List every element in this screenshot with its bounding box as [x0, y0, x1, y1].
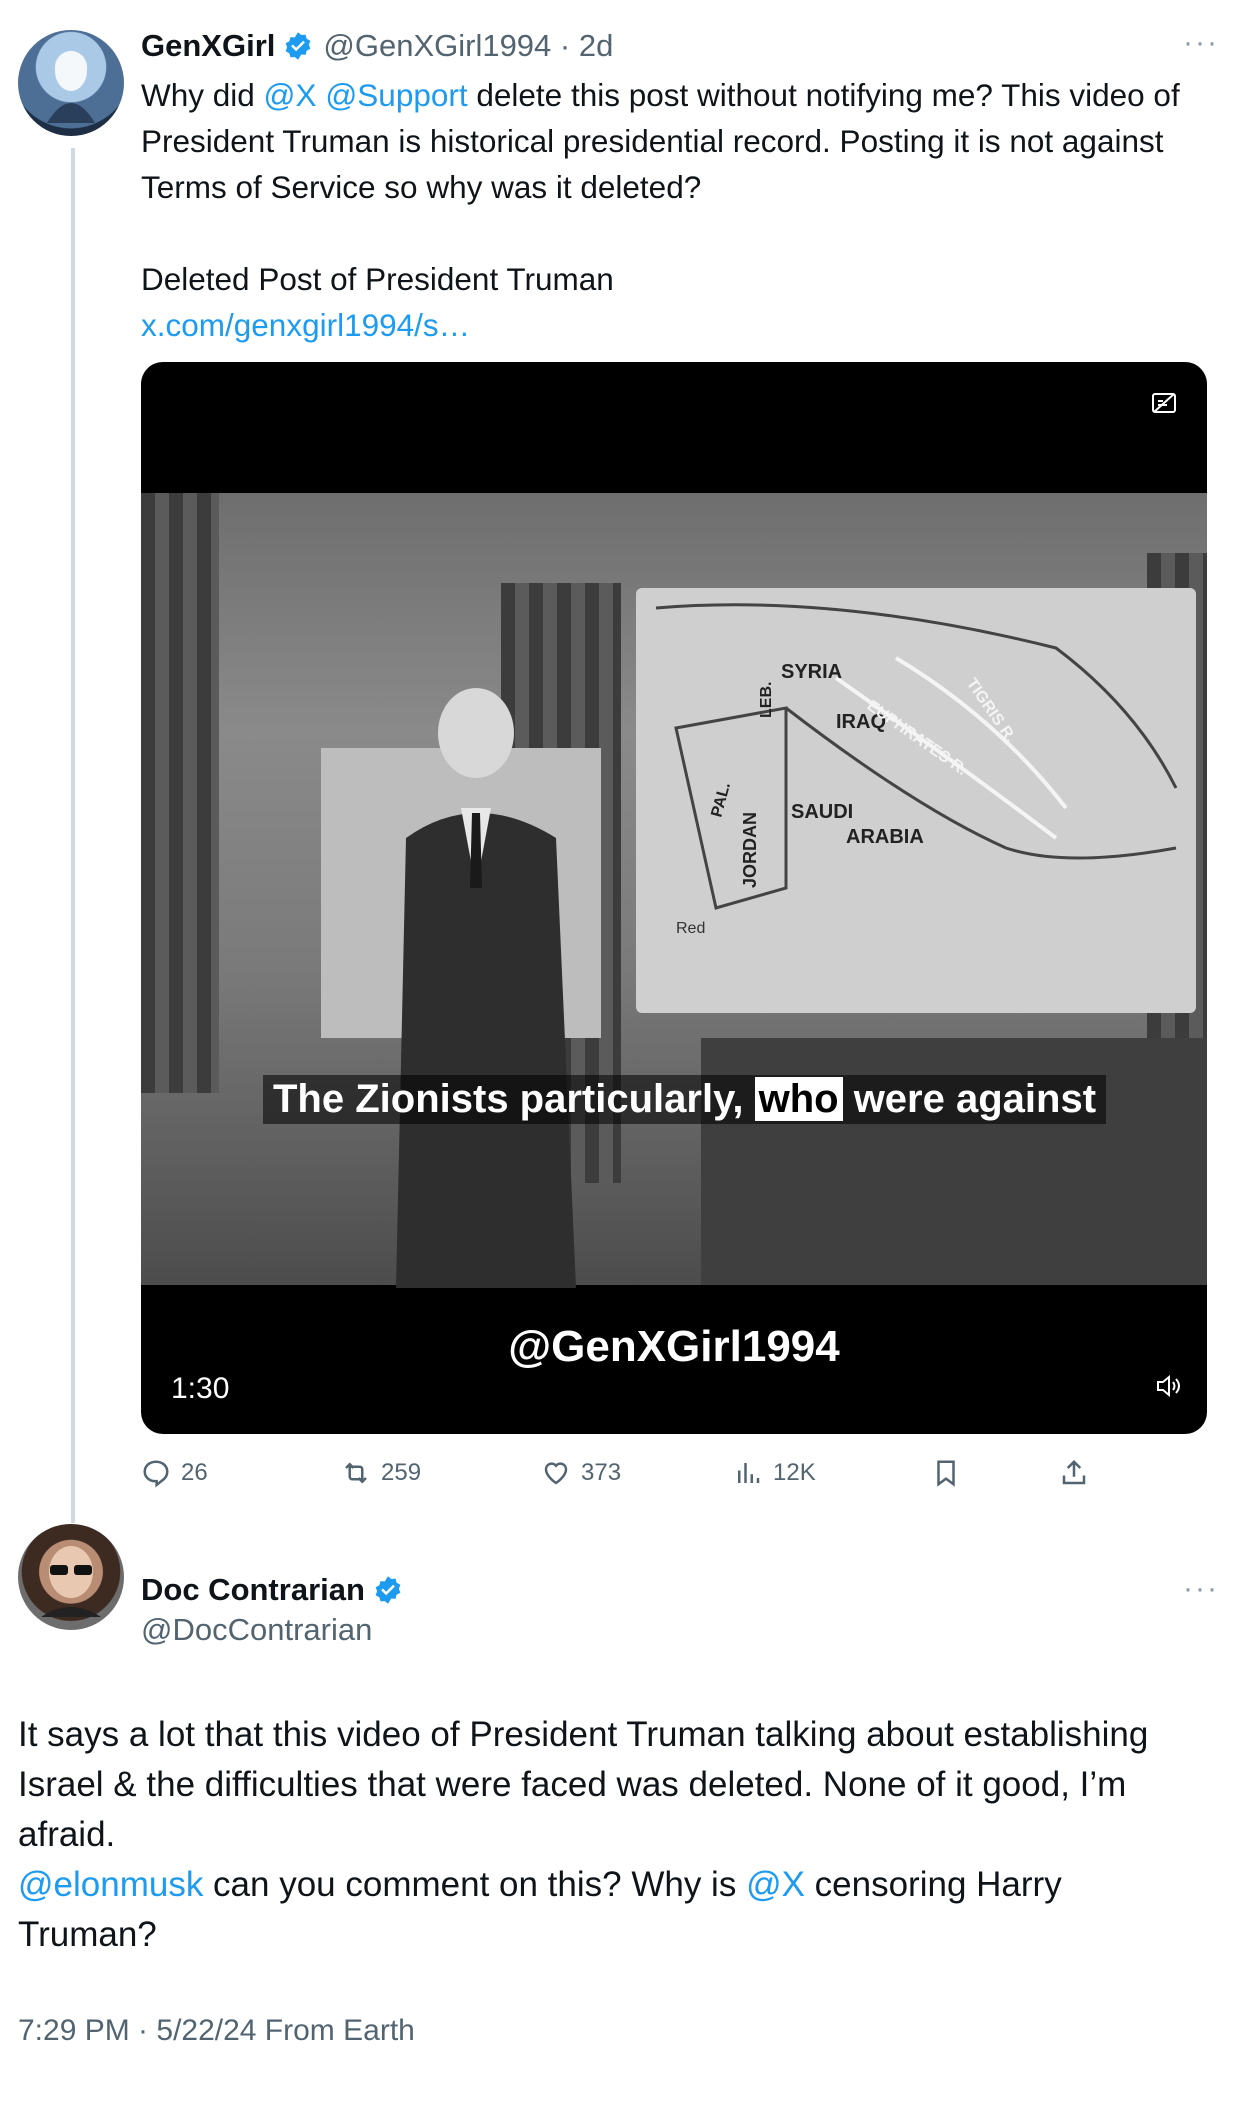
video-player[interactable]: SYRIA IRAQ SAUDI ARABIA JORDAN PAL. LEB.…: [141, 362, 1207, 1434]
display-name[interactable]: GenXGirl: [141, 28, 275, 64]
tweet1-body: Why did @X @Support delete this post wit…: [141, 72, 1221, 348]
tweet2-body: It says a lot that this video of Preside…: [18, 1710, 1198, 1960]
mention-x[interactable]: @X: [746, 1865, 805, 1904]
thread-connector-line: [71, 148, 75, 1523]
reply-button[interactable]: 26: [141, 1458, 208, 1488]
like-button[interactable]: 373: [541, 1458, 621, 1488]
tweet1-header: GenXGirl @GenXGirl1994 · 2d: [141, 28, 614, 64]
heart-icon: [544, 1462, 568, 1485]
volume-icon[interactable]: [1155, 1374, 1181, 1398]
repost-count: 259: [381, 1459, 422, 1486]
mention-support[interactable]: @Support: [325, 77, 467, 113]
avatar-figure-icon: [47, 51, 95, 123]
verified-badge-icon: [375, 1576, 401, 1604]
map-label-euphrates: EUPHRATES R.: [864, 697, 970, 779]
like-count: 373: [581, 1459, 622, 1486]
tweet1-action-bar: 26 259 373 12K: [141, 1458, 1141, 1498]
map-label-leb: LEB.: [758, 682, 775, 718]
share-icon: [1062, 1459, 1086, 1485]
map-label-arabia: ARABIA: [846, 826, 924, 848]
video-duration: 1:30: [171, 1372, 230, 1405]
bookmark-icon: [937, 1460, 955, 1487]
mention-elonmusk[interactable]: @elonmusk: [18, 1865, 203, 1904]
avatar-genxgirl[interactable]: [18, 30, 124, 136]
avatar-figure-icon: [41, 1546, 101, 1617]
verified-badge-icon: [286, 32, 311, 60]
reply-count: 26: [181, 1459, 208, 1486]
map-label-jordan: JORDAN: [740, 812, 760, 888]
handle[interactable]: @DocContrarian: [141, 1612, 372, 1648]
more-options-icon[interactable]: ···: [1183, 26, 1219, 60]
reply-icon: [143, 1460, 169, 1488]
share-button[interactable]: [1059, 1458, 1089, 1488]
timestamp[interactable]: 2d: [579, 28, 613, 64]
bookmark-button[interactable]: [931, 1458, 961, 1488]
handle[interactable]: @GenXGirl1994: [323, 28, 551, 64]
deleted-post-link[interactable]: x.com/genxgirl1994/s…: [141, 302, 1221, 348]
views-button[interactable]: 12K: [733, 1458, 816, 1488]
quote-title: Deleted Post of President Truman: [141, 261, 614, 297]
post-timestamp-footer[interactable]: 7:29 PM · 5/22/24 From Earth: [18, 2014, 415, 2048]
map-label-saudi: SAUDI: [791, 801, 853, 823]
more-options-icon[interactable]: ···: [1183, 1572, 1219, 1606]
display-name[interactable]: Doc Contrarian: [141, 1572, 365, 1608]
curtain-left: [141, 493, 219, 1093]
tweet2-header: Doc Contrarian: [141, 1572, 413, 1608]
body-paragraph: It says a lot that this video of Preside…: [18, 1715, 1149, 1854]
body-text: Why did: [141, 77, 264, 113]
video-frame: SYRIA IRAQ SAUDI ARABIA JORDAN PAL. LEB.…: [141, 493, 1207, 1288]
map-label-syria: SYRIA: [781, 661, 842, 683]
speaker-figure: [396, 688, 576, 1288]
analytics-icon: [738, 1463, 760, 1483]
video-caption: The Zionists particularly, who were agai…: [263, 1075, 1107, 1124]
video-watermark: @GenXGirl1994: [508, 1322, 840, 1371]
avatar-doccontrarian[interactable]: [18, 1524, 124, 1630]
repost-button[interactable]: 259: [341, 1458, 421, 1488]
middle-east-map: SYRIA IRAQ SAUDI ARABIA JORDAN PAL. LEB.…: [636, 588, 1196, 1013]
map-label-red: Red: [676, 920, 705, 937]
repost-icon: [345, 1462, 367, 1484]
mention-x[interactable]: @X: [264, 77, 317, 113]
map-label-pal: PAL.: [708, 781, 734, 819]
body-text: can you comment on this? Why is: [203, 1865, 747, 1904]
view-count: 12K: [773, 1459, 816, 1486]
captions-icon[interactable]: [1151, 392, 1177, 414]
